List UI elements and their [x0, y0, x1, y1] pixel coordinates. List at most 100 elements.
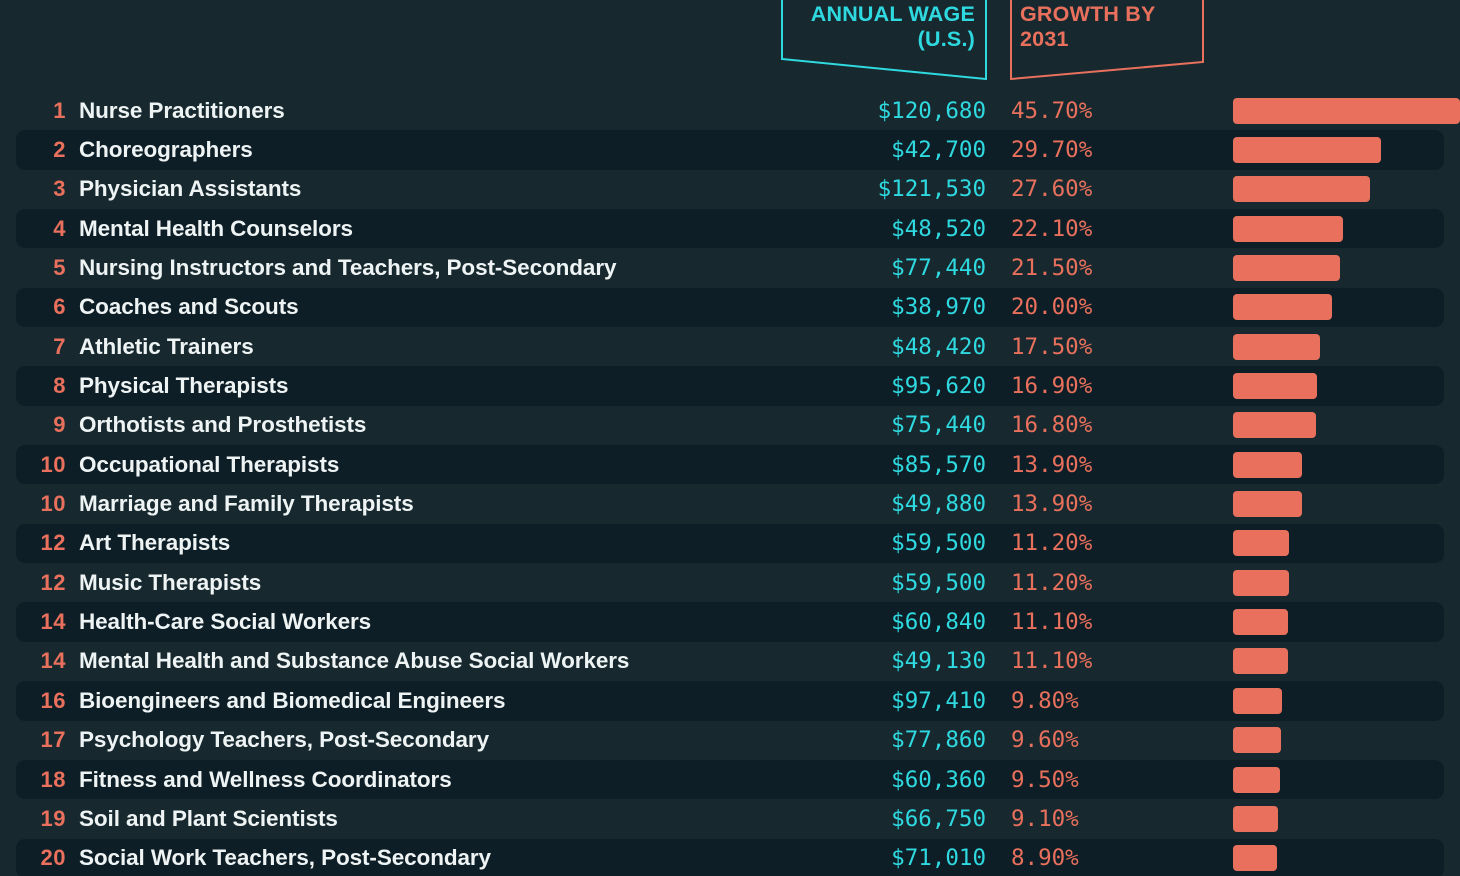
table-row: 14 Mental Health and Substance Abuse Soci… — [0, 642, 1460, 681]
growth-bar — [1233, 766, 1281, 793]
table-row: 1 Nurse Practitioners $120,680 45.70% — [0, 91, 1460, 130]
growth-bar — [1233, 727, 1281, 754]
rank-number: 12 — [40, 569, 66, 595]
annual-wage-value: $48,520 — [891, 215, 986, 242]
table-row: 16 Bioengineers and Biomedical Engineers $… — [0, 681, 1460, 721]
growth-bar-track — [1233, 137, 1460, 164]
rank-number: 6 — [53, 294, 66, 320]
table-row: 4 Mental Health Counselors $48,520 22.10% — [0, 209, 1460, 249]
rank-number: 7 — [53, 333, 66, 359]
growth-bar-track — [1233, 648, 1460, 675]
growth-value: 9.60% — [1011, 727, 1079, 754]
growth-value: 8.90% — [1011, 845, 1079, 872]
growth-bar-track — [1233, 845, 1460, 872]
growth-bar-track — [1233, 215, 1460, 242]
infographic-root: ANNUAL WAGE (U.S.) GROWTH BY 2031 1 Nurse… — [0, 0, 1460, 876]
occupation-title: Physician Assistants — [79, 176, 302, 202]
growth-header-label: GROWTH BY 2031 — [1020, 2, 1156, 51]
occupation-title: Nurse Practitioners — [79, 97, 285, 123]
rank-number: 20 — [40, 845, 66, 871]
rank-number: 14 — [40, 609, 66, 635]
annual-wage-value: $60,360 — [891, 766, 986, 793]
growth-bar-track — [1233, 294, 1460, 321]
occupation-title: Occupational Therapists — [79, 451, 340, 477]
growth-bar — [1233, 845, 1278, 872]
table-row: 10 Marriage and Family Therapists $49,880 1… — [0, 484, 1460, 523]
growth-bar — [1233, 648, 1289, 675]
occupation-title: Psychology Teachers, Post-Secondary — [79, 727, 489, 753]
growth-value: 11.10% — [1011, 609, 1093, 636]
growth-bar-track — [1233, 687, 1460, 714]
growth-bar — [1233, 609, 1289, 636]
annual-wage-value: $95,620 — [891, 373, 986, 400]
growth-bar — [1233, 215, 1343, 242]
annual-wage-value: $71,010 — [891, 845, 986, 872]
growth-bar — [1233, 294, 1333, 321]
table-row: 2 Choreographers $42,700 29.70% — [0, 130, 1460, 170]
rank-number: 14 — [40, 648, 66, 674]
table-row: 6 Coaches and Scouts $38,970 20.00% — [0, 287, 1460, 328]
table-row: 20 Social Work Teachers, Post-Secondary $7… — [0, 838, 1460, 876]
occupation-title: Choreographers — [79, 137, 253, 163]
occupation-title: Health-Care Social Workers — [79, 609, 372, 635]
growth-bar-track — [1233, 176, 1460, 203]
occupation-title: Athletic Trainers — [79, 333, 254, 359]
occupation-title: Mental Health and Substance Abuse Social… — [79, 648, 630, 674]
growth-bar-track — [1233, 805, 1460, 832]
growth-bar — [1233, 373, 1317, 400]
growth-bar-track — [1233, 255, 1460, 282]
table-header: ANNUAL WAGE (U.S.) GROWTH BY 2031 — [0, 0, 1460, 91]
growth-bar-track — [1233, 766, 1460, 793]
growth-bar — [1233, 687, 1282, 714]
table-row: 3 Physician Assistants $121,530 27.60% — [0, 170, 1460, 209]
growth-value: 29.70% — [1011, 137, 1093, 164]
growth-bar-track — [1233, 727, 1460, 754]
rank-number: 3 — [53, 176, 66, 202]
rank-number: 5 — [53, 255, 66, 281]
annual-wage-value: $38,970 — [891, 294, 986, 321]
table-row: 17 Psychology Teachers, Post-Secondary $77… — [0, 721, 1460, 760]
rank-number: 16 — [40, 687, 66, 713]
rank-number: 4 — [53, 215, 66, 241]
rank-number: 12 — [40, 530, 66, 556]
growth-value: 13.90% — [1011, 491, 1093, 518]
occupation-title: Fitness and Wellness Coordinators — [79, 766, 452, 792]
occupation-title: Social Work Teachers, Post-Secondary — [79, 845, 491, 871]
annual-wage-value: $49,130 — [891, 648, 986, 675]
rank-number: 18 — [40, 766, 66, 792]
growth-column-header: GROWTH BY 2031 — [1010, 0, 1204, 80]
annual-wage-value: $66,750 — [891, 805, 986, 832]
growth-bar-track — [1233, 569, 1460, 596]
table-row: 18 Fitness and Wellness Coordinators $60,3… — [0, 759, 1460, 800]
annual-wage-value: $75,440 — [891, 412, 986, 439]
growth-value: 21.50% — [1011, 255, 1093, 282]
rank-number: 19 — [40, 805, 66, 831]
growth-bar-track — [1233, 530, 1460, 557]
growth-value: 9.50% — [1011, 766, 1079, 793]
occupation-title: Orthotists and Prosthetists — [79, 412, 367, 438]
annual-wage-value: $59,500 — [891, 530, 986, 557]
growth-bar — [1233, 97, 1460, 124]
table-row: 10 Occupational Therapists $85,570 13.90% — [0, 445, 1460, 485]
annual-wage-value: $120,680 — [877, 97, 986, 124]
rank-number: 1 — [53, 97, 66, 123]
growth-bar — [1233, 530, 1289, 557]
annual-wage-column-header: ANNUAL WAGE (U.S.) — [781, 0, 987, 80]
growth-value: 27.60% — [1011, 176, 1093, 203]
growth-bar-track — [1233, 491, 1460, 518]
growth-bar-track — [1233, 373, 1460, 400]
occupation-title: Nursing Instructors and Teachers, Post-S… — [79, 255, 617, 281]
growth-value: 17.50% — [1011, 333, 1093, 360]
annual-wage-value: $77,440 — [891, 255, 986, 282]
table-row: 5 Nursing Instructors and Teachers, Post-… — [0, 248, 1460, 287]
growth-bar-track — [1233, 451, 1460, 478]
rank-number: 10 — [40, 451, 66, 477]
growth-value: 22.10% — [1011, 215, 1093, 242]
growth-bar-track — [1233, 333, 1460, 360]
occupation-title: Mental Health Counselors — [79, 215, 353, 241]
table-row: 12 Art Therapists $59,500 11.20% — [0, 523, 1460, 564]
occupation-title: Coaches and Scouts — [79, 294, 299, 320]
annual-wage-value: $49,880 — [891, 491, 986, 518]
growth-bar — [1233, 805, 1279, 832]
table-row: 14 Health-Care Social Workers $60,840 11.10… — [0, 602, 1460, 642]
